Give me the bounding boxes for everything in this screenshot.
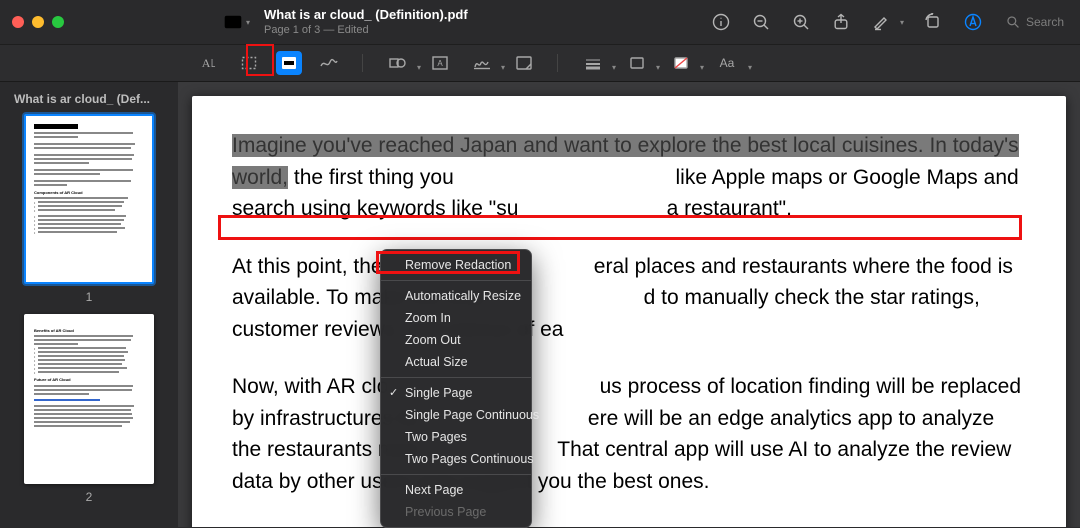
thumbnails-sidebar: What is ar cloud_ (Def... Components of … <box>0 82 178 527</box>
context-menu: Remove Redaction Automatically Resize Zo… <box>380 249 532 528</box>
border-color-tool[interactable]: ▾ <box>622 51 652 75</box>
document-title: What is ar cloud_ (Definition).pdf <box>264 7 468 23</box>
close-window-button[interactable] <box>12 16 24 28</box>
document-body-text[interactable]: Imagine you've reached Japan and want to… <box>232 130 1026 497</box>
textbox-tool[interactable]: A <box>427 51 453 75</box>
zoom-in-icon[interactable] <box>790 11 812 33</box>
highlight-icon[interactable] <box>870 11 892 33</box>
menu-single-page-continuous[interactable]: Single Page Continuous <box>381 404 531 426</box>
toolbar-separator <box>557 54 558 72</box>
markup-toolbar: A꜖ ▾ A ▾ ▾ ▾ ▾ Aa▾ <box>0 44 1080 82</box>
info-icon[interactable] <box>710 11 732 33</box>
menu-next-page[interactable]: Next Page <box>381 479 531 501</box>
thumbnail-page-number: 1 <box>86 290 93 304</box>
chevron-down-icon: ▾ <box>246 18 250 27</box>
sign-tool[interactable]: ▾ <box>467 51 497 75</box>
markup-toggle-icon[interactable] <box>962 11 984 33</box>
fullscreen-window-button[interactable] <box>52 16 64 28</box>
rect-select-tool[interactable] <box>236 51 262 75</box>
sketch-tool[interactable] <box>316 51 342 75</box>
rotate-icon[interactable] <box>922 11 944 33</box>
menu-previous-page: Previous Page <box>381 501 531 523</box>
search-field[interactable]: Search <box>1002 13 1068 31</box>
menu-separator <box>381 280 531 281</box>
text-select-tool[interactable]: A꜖ <box>196 51 222 75</box>
thumbnail-page-2[interactable]: Benefits of AR Cloud Future of AR Cloud … <box>10 314 168 504</box>
minimize-window-button[interactable] <box>32 16 44 28</box>
document-subtitle: Page 1 of 3 — Edited <box>264 24 468 37</box>
svg-text:A: A <box>437 59 443 68</box>
border-style-tool[interactable]: ▾ <box>578 51 608 75</box>
shapes-tool[interactable]: ▾ <box>383 51 413 75</box>
titlebar: ▾ What is ar cloud_ (Definition).pdf Pag… <box>0 0 1080 44</box>
zoom-out-icon[interactable] <box>750 11 772 33</box>
menu-zoom-out[interactable]: Zoom Out <box>381 329 531 351</box>
page-1: Imagine you've reached Japan and want to… <box>192 96 1066 527</box>
menu-zoom-in[interactable]: Zoom In <box>381 307 531 329</box>
toolbar-separator <box>362 54 363 72</box>
sidebar-title: What is ar cloud_ (Def... <box>10 88 168 114</box>
thumbnail-page-number: 2 <box>86 490 93 504</box>
fill-color-tool[interactable]: ▾ <box>666 51 696 75</box>
share-icon[interactable] <box>830 11 852 33</box>
font-tool[interactable]: Aa▾ <box>710 51 744 75</box>
window-controls <box>12 16 64 28</box>
thumbnail-page-1[interactable]: Components of AR Cloud 1 <box>10 114 168 304</box>
menu-separator <box>381 474 531 475</box>
menu-remove-redaction[interactable]: Remove Redaction <box>381 254 531 276</box>
thumbnail-preview: Benefits of AR Cloud Future of AR Cloud <box>24 314 154 484</box>
search-placeholder: Search <box>1026 15 1064 29</box>
menu-two-pages-continuous[interactable]: Two Pages Continuous <box>381 448 531 470</box>
thumbnail-preview: Components of AR Cloud <box>24 114 154 284</box>
menu-two-pages[interactable]: Two Pages <box>381 426 531 448</box>
menu-single-page[interactable]: Single Page <box>381 382 531 404</box>
document-viewport[interactable]: Imagine you've reached Japan and want to… <box>178 82 1080 527</box>
menu-separator <box>381 377 531 378</box>
sidebar-toggle-button[interactable]: ▾ <box>214 13 260 31</box>
menu-actual-size[interactable]: Actual Size <box>381 351 531 373</box>
document-title-block: What is ar cloud_ (Definition).pdf Page … <box>264 7 468 37</box>
chevron-down-icon[interactable]: ▾ <box>900 18 904 27</box>
menu-auto-resize[interactable]: Automatically Resize <box>381 285 531 307</box>
redact-tool[interactable] <box>276 51 302 75</box>
titlebar-actions: ▾ Search <box>710 11 1068 33</box>
note-tool[interactable] <box>511 51 537 75</box>
